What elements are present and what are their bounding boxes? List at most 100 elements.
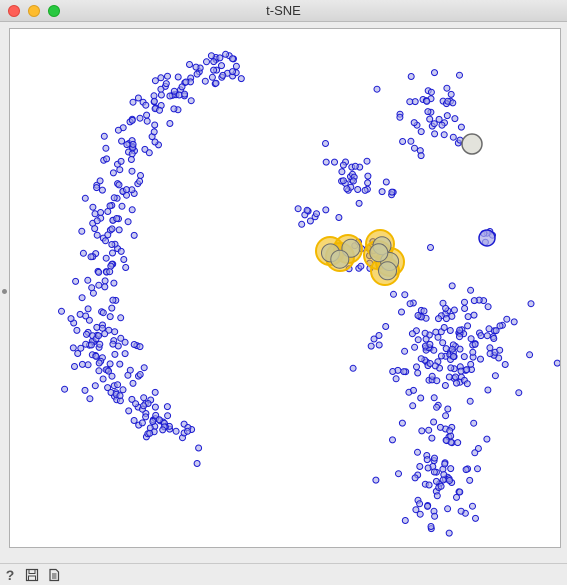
data-point[interactable] — [110, 194, 118, 202]
data-point[interactable] — [437, 352, 445, 360]
data-point[interactable] — [411, 474, 419, 482]
data-point[interactable] — [122, 264, 130, 271]
data-point[interactable] — [73, 326, 81, 334]
data-point[interactable] — [87, 341, 95, 349]
data-point[interactable] — [128, 206, 136, 214]
data-point[interactable] — [111, 350, 119, 358]
data-point[interactable] — [331, 158, 338, 166]
data-point[interactable] — [441, 460, 449, 468]
data-point[interactable] — [174, 73, 182, 81]
data-point[interactable] — [136, 114, 144, 122]
data-point[interactable] — [237, 75, 245, 83]
data-point[interactable] — [84, 305, 92, 313]
data-point[interactable] — [424, 502, 431, 510]
data-point[interactable] — [335, 214, 343, 221]
data-point[interactable] — [117, 247, 125, 255]
data-point[interactable] — [418, 427, 426, 435]
data-point[interactable] — [79, 249, 87, 257]
data-point[interactable] — [414, 312, 422, 319]
data-point[interactable] — [422, 335, 430, 343]
data-point[interactable] — [303, 206, 311, 214]
data-point[interactable] — [432, 328, 440, 336]
data-point[interactable] — [463, 380, 471, 388]
data-point[interactable] — [339, 161, 347, 169]
data-point[interactable] — [71, 363, 78, 370]
data-point[interactable] — [143, 111, 151, 119]
data-point[interactable] — [464, 313, 472, 321]
data-point[interactable] — [430, 120, 438, 128]
data-point[interactable] — [413, 363, 420, 371]
data-point[interactable] — [450, 306, 458, 314]
data-point[interactable] — [192, 63, 200, 71]
data-point[interactable] — [471, 449, 479, 457]
data-point[interactable] — [93, 231, 101, 239]
data-point[interactable] — [101, 330, 109, 338]
data-point[interactable] — [140, 364, 148, 372]
data-point[interactable] — [142, 101, 150, 109]
data-point[interactable] — [157, 91, 165, 99]
data-point[interactable] — [145, 149, 153, 157]
data-point[interactable] — [469, 348, 477, 356]
data-point[interactable] — [114, 381, 122, 389]
tsne-plot[interactable] — [9, 28, 561, 548]
selected-point[interactable] — [330, 249, 350, 269]
data-point[interactable] — [218, 62, 225, 70]
data-point[interactable] — [129, 379, 137, 387]
data-point[interactable] — [378, 188, 386, 196]
data-point[interactable] — [442, 436, 450, 444]
data-point[interactable] — [164, 412, 172, 420]
data-point[interactable] — [462, 466, 470, 474]
data-point[interactable] — [474, 465, 481, 473]
data-point[interactable] — [151, 121, 159, 129]
data-point[interactable] — [470, 311, 478, 319]
data-point[interactable] — [162, 80, 170, 88]
data-point[interactable] — [108, 241, 116, 248]
data-point[interactable] — [363, 157, 371, 165]
data-point[interactable] — [78, 294, 86, 302]
data-point[interactable] — [456, 333, 463, 341]
data-point[interactable] — [461, 298, 468, 306]
data-point[interactable] — [93, 184, 101, 192]
data-point[interactable] — [130, 417, 138, 424]
data-point[interactable] — [399, 138, 407, 145]
data-point[interactable] — [361, 186, 369, 194]
data-point[interactable] — [118, 137, 126, 145]
data-point[interactable] — [166, 120, 174, 127]
data-point[interactable] — [105, 367, 112, 375]
data-point[interactable] — [446, 477, 453, 484]
data-point[interactable] — [435, 315, 442, 323]
data-point[interactable] — [470, 297, 478, 305]
data-point[interactable] — [449, 133, 457, 141]
data-point[interactable] — [420, 307, 428, 315]
data-point[interactable] — [109, 169, 117, 177]
data-point[interactable] — [338, 168, 346, 176]
data-point[interactable] — [91, 210, 99, 218]
data-point[interactable] — [491, 372, 499, 380]
data-point[interactable] — [445, 373, 453, 381]
data-point[interactable] — [129, 98, 137, 106]
data-point[interactable] — [186, 61, 193, 68]
data-point[interactable] — [229, 68, 236, 76]
data-point[interactable] — [128, 150, 136, 158]
data-point[interactable] — [416, 463, 424, 470]
data-point[interactable] — [89, 203, 97, 211]
data-point[interactable] — [484, 303, 492, 311]
data-point[interactable] — [117, 157, 125, 165]
data-point[interactable] — [400, 368, 408, 376]
data-point[interactable] — [137, 172, 144, 179]
data-point[interactable] — [484, 386, 492, 394]
data-point[interactable] — [103, 155, 111, 163]
data-point[interactable] — [142, 413, 150, 421]
data-point[interactable] — [463, 366, 471, 374]
data-point[interactable] — [116, 166, 124, 174]
data-point[interactable] — [95, 281, 103, 289]
data-point[interactable] — [423, 97, 431, 105]
data-point[interactable] — [298, 220, 306, 228]
data-point[interactable] — [432, 477, 440, 485]
data-point[interactable] — [456, 71, 463, 79]
data-point[interactable] — [414, 369, 422, 377]
data-point[interactable] — [166, 92, 174, 100]
data-point[interactable] — [115, 181, 123, 189]
data-point[interactable] — [490, 335, 498, 342]
data-point[interactable] — [120, 256, 128, 263]
